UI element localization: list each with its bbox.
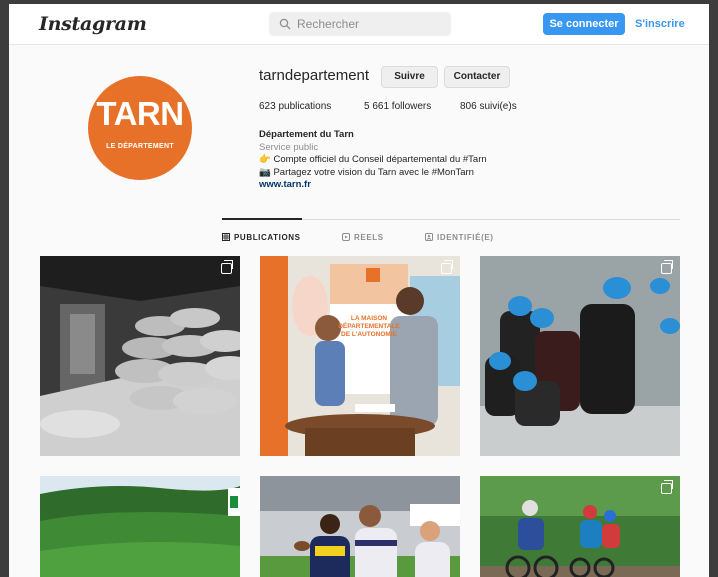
bio-line: 👉 Compte officiel du Conseil département… (259, 154, 487, 165)
bio-website-link[interactable]: www.tarn.fr (259, 179, 487, 192)
grid-icon (222, 233, 230, 241)
followers-count[interactable]: 5 661 followers (364, 101, 431, 112)
signup-link[interactable]: S'inscrire (635, 13, 685, 35)
post-maison-autonomie[interactable]: LA MAISON DÉPARTEMENTALE DE L'AUTONOMIE (260, 256, 460, 456)
post-image (480, 476, 680, 577)
post-warehouse-sacks[interactable] (40, 256, 240, 456)
bio-name: Département du Tarn (259, 129, 354, 140)
tab-publications[interactable]: PUBLICATIONS (222, 233, 301, 242)
post-image (260, 476, 460, 577)
tab-tagged[interactable]: IDENTIFIÉ(E) (425, 233, 494, 242)
contact-button[interactable]: Contacter (444, 66, 510, 88)
profile-bio: Département du Tarn Service public 👉 Com… (259, 129, 487, 192)
avatar-subtitle: LE DÉPARTEMENT (106, 143, 174, 150)
sign-line: DÉPARTEMENTALE (338, 321, 400, 330)
tab-label: PUBLICATIONS (234, 233, 301, 242)
tagged-icon (425, 233, 433, 241)
profile-username: tarndepartement (259, 67, 370, 84)
sign-line: LA MAISON (351, 315, 388, 322)
sign-line: DE L'AUTONOMIE (341, 331, 398, 338)
follow-button[interactable]: Suivre (381, 66, 438, 88)
carousel-icon (661, 260, 673, 274)
instagram-logo[interactable]: Instagram (39, 13, 147, 35)
posts-count: 623 publications (259, 101, 332, 112)
carousel-icon (661, 480, 673, 494)
profile-avatar[interactable]: TARN LE DÉPARTEMENT (88, 76, 192, 180)
post-triathlon-swimmers[interactable] (480, 256, 680, 456)
post-rugby-match[interactable] (260, 476, 460, 577)
post-image (480, 256, 680, 456)
post-image (40, 256, 240, 456)
tab-label: REELS (354, 233, 384, 242)
search-input[interactable] (297, 15, 445, 33)
reels-icon (342, 233, 350, 241)
post-image (40, 476, 240, 577)
login-button[interactable]: Se connecter (543, 13, 625, 35)
tab-reels[interactable]: REELS (342, 233, 384, 242)
top-navigation-bar: Instagram Se connecter S'inscrire (9, 4, 709, 45)
carousel-icon (221, 260, 233, 274)
bio-line: 📷 Partagez votre vision du Tarn avec le … (259, 166, 474, 178)
post-mountain-bike[interactable] (480, 476, 680, 577)
instagram-page: Instagram Se connecter S'inscrire TARN L… (9, 4, 709, 577)
carousel-icon (441, 260, 453, 274)
avatar-brand-text: TARN (96, 95, 184, 132)
post-image: LA MAISON DÉPARTEMENTALE DE L'AUTONOMIE (260, 256, 460, 456)
post-forest-landscape[interactable] (40, 476, 240, 577)
tab-label: IDENTIFIÉ(E) (437, 233, 494, 242)
bio-category: Service public (259, 141, 319, 153)
search-box[interactable] (269, 12, 451, 36)
active-tab-indicator (222, 218, 302, 220)
following-count[interactable]: 806 suivi(e)s (460, 101, 517, 112)
search-icon (279, 18, 291, 30)
